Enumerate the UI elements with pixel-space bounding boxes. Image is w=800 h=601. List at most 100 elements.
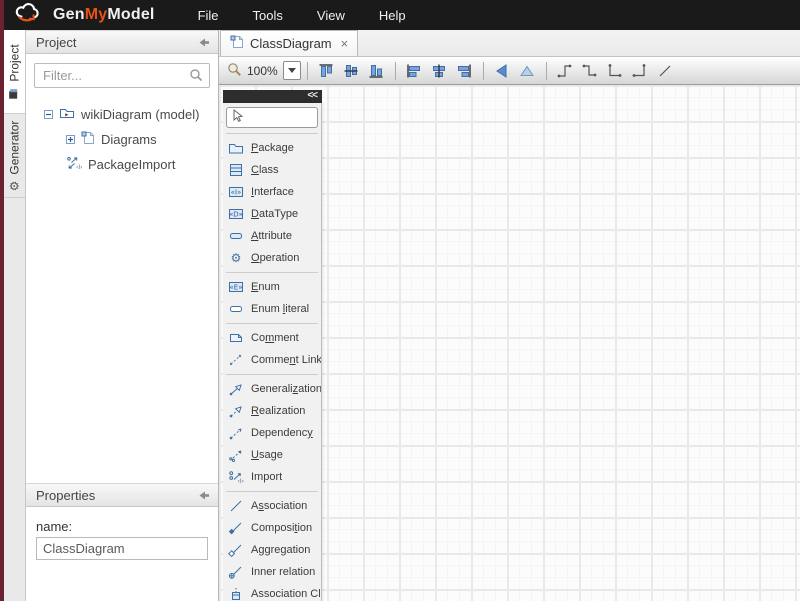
align-right-button[interactable] — [452, 60, 477, 82]
package-import-icon: ‹I› — [66, 156, 82, 173]
collapse-expander-icon[interactable] — [44, 107, 53, 122]
name-input[interactable] — [36, 537, 208, 560]
tab-label: ClassDiagram — [250, 36, 332, 51]
palette-collapse-button[interactable]: << — [307, 91, 322, 103]
tree-row-package-import[interactable]: ‹I› PackageImport — [34, 152, 210, 177]
realization-icon — [228, 404, 244, 418]
import-icon: ‹I› — [228, 470, 244, 484]
palette-item-datatype[interactable]: «D» DataType — [223, 203, 321, 225]
palette-item-realization[interactable]: Realization — [223, 400, 321, 422]
palette-divider — [226, 491, 318, 492]
document-tabbar: ClassDiagram × — [219, 30, 800, 57]
filter-input[interactable] — [34, 63, 210, 88]
palette-item-composition[interactable]: Composition — [223, 517, 321, 539]
palette-item-label: Inner relation — [251, 566, 315, 578]
properties-panel-title: Properties — [36, 488, 95, 503]
palette-item-generalization[interactable]: Generalization — [223, 378, 321, 400]
svg-text:«D»: «D» — [229, 211, 243, 219]
palette-item-package[interactable]: Package — [223, 137, 321, 159]
genmymodel-logo: GenMyModel — [14, 2, 155, 28]
menu-file[interactable]: File — [181, 8, 236, 23]
tab-classdiagram[interactable]: ClassDiagram × — [220, 30, 358, 56]
palette-item-attribute[interactable]: Attribute — [223, 225, 321, 247]
operation-icon: ⚙ — [228, 252, 244, 264]
tree-row-model[interactable]: wikiDiagram (model) — [34, 102, 210, 127]
palette-item-aggregation[interactable]: Aggregation — [223, 539, 321, 561]
palette-item-label: Class — [251, 164, 279, 176]
palette-item-label: Attribute — [251, 230, 292, 242]
tree-label-package-import: PackageImport — [88, 157, 175, 172]
diagram-file-icon — [81, 131, 95, 148]
palette-item-inner-relation[interactable]: Inner relation — [223, 561, 321, 583]
datatype-icon: «D» — [228, 207, 244, 221]
connector-straight-button[interactable] — [653, 60, 678, 82]
palette-item-comment-link[interactable]: Comment Link — [223, 349, 321, 371]
palette-divider — [226, 133, 318, 134]
palette-item-label: Generalization — [251, 383, 321, 395]
palette-divider — [226, 374, 318, 375]
palette-item-label: Dependency — [251, 427, 313, 439]
enum-literal-icon — [228, 302, 244, 316]
brand-text: GenMyModel — [53, 6, 155, 24]
expand-expander-icon[interactable] — [66, 132, 75, 147]
menu-tools[interactable]: Tools — [236, 8, 300, 23]
align-bottom-button[interactable] — [364, 60, 389, 82]
side-tab-project[interactable]: Project — [4, 30, 25, 114]
side-tab-generator[interactable]: ⚙ Generator — [4, 114, 25, 198]
palette-item-association-class[interactable]: Association Cl... — [223, 583, 321, 601]
align-middle-button[interactable] — [339, 60, 364, 82]
connector-corner-left-button[interactable] — [603, 60, 628, 82]
project-panel-body: wikiDiagram (model) Diagrams ‹I› Package… — [26, 54, 218, 483]
palette-item-dependency[interactable]: Dependency — [223, 422, 321, 444]
palette-item-enum-literal[interactable]: Enum literal — [223, 298, 321, 320]
enum-icon: «E» — [228, 280, 244, 294]
side-tab-generator-label: Generator — [8, 120, 22, 174]
palette-item-usage[interactable]: Usage — [223, 444, 321, 466]
properties-panel-body: name: — [26, 507, 218, 572]
palette-item-label: Import — [251, 471, 282, 483]
connector-zigzag-button[interactable] — [578, 60, 603, 82]
palette-item-label: Aggregation — [251, 544, 310, 556]
palette-item-comment[interactable]: Comment — [223, 327, 321, 349]
comment-icon — [228, 331, 244, 345]
properties-panel: Properties name: — [26, 483, 218, 601]
menu-help[interactable]: Help — [362, 8, 423, 23]
collapse-left-arrow-icon[interactable] — [198, 38, 210, 47]
side-tab-project-label: Project — [8, 44, 22, 81]
association-icon — [228, 499, 244, 513]
connector-corner-right-button[interactable] — [628, 60, 653, 82]
menu-view[interactable]: View — [300, 8, 362, 23]
palette-item-class[interactable]: Class — [223, 159, 321, 181]
palette-item-label: Enum literal — [251, 303, 309, 315]
palette-item-operation[interactable]: ⚙ Operation — [223, 247, 321, 269]
svg-text:«E»: «E» — [230, 284, 243, 292]
palette-item-interface[interactable]: «I» Interface — [223, 181, 321, 203]
attribute-icon — [228, 229, 244, 243]
flip-vertical-button[interactable] — [515, 60, 540, 82]
align-center-button[interactable] — [427, 60, 452, 82]
diagram-canvas[interactable]: << Package Class — [219, 85, 800, 601]
collapse-left-arrow-icon[interactable] — [198, 491, 210, 500]
cloud-logo-icon — [14, 2, 46, 28]
zoom-dropdown-button[interactable] — [283, 61, 301, 80]
palette-item-enum[interactable]: «E» Enum — [223, 276, 321, 298]
palette-item-label: Comment Link — [251, 354, 321, 366]
palette-item-label: Composition — [251, 522, 312, 534]
palette-item-label: Association Cl... — [251, 588, 321, 600]
palette-item-label: Operation — [251, 252, 299, 264]
palette-item-label: Enum — [251, 281, 280, 293]
connector-oblique-button[interactable] — [553, 60, 578, 82]
flip-horizontal-button[interactable] — [490, 60, 515, 82]
palette-item-label: Association — [251, 500, 307, 512]
tab-close-icon[interactable]: × — [341, 36, 349, 51]
palette-item-association[interactable]: Association — [223, 495, 321, 517]
properties-panel-header: Properties — [26, 483, 218, 507]
palette-item-import[interactable]: ‹I› Import — [223, 466, 321, 488]
tree-row-diagrams[interactable]: Diagrams — [34, 127, 210, 152]
zoom-control: 100% — [227, 61, 301, 80]
window-edge-strip — [0, 0, 4, 601]
select-tool[interactable] — [226, 107, 318, 128]
svg-text:‹I›: ‹I› — [76, 164, 82, 170]
align-left-button[interactable] — [402, 60, 427, 82]
align-top-button[interactable] — [314, 60, 339, 82]
